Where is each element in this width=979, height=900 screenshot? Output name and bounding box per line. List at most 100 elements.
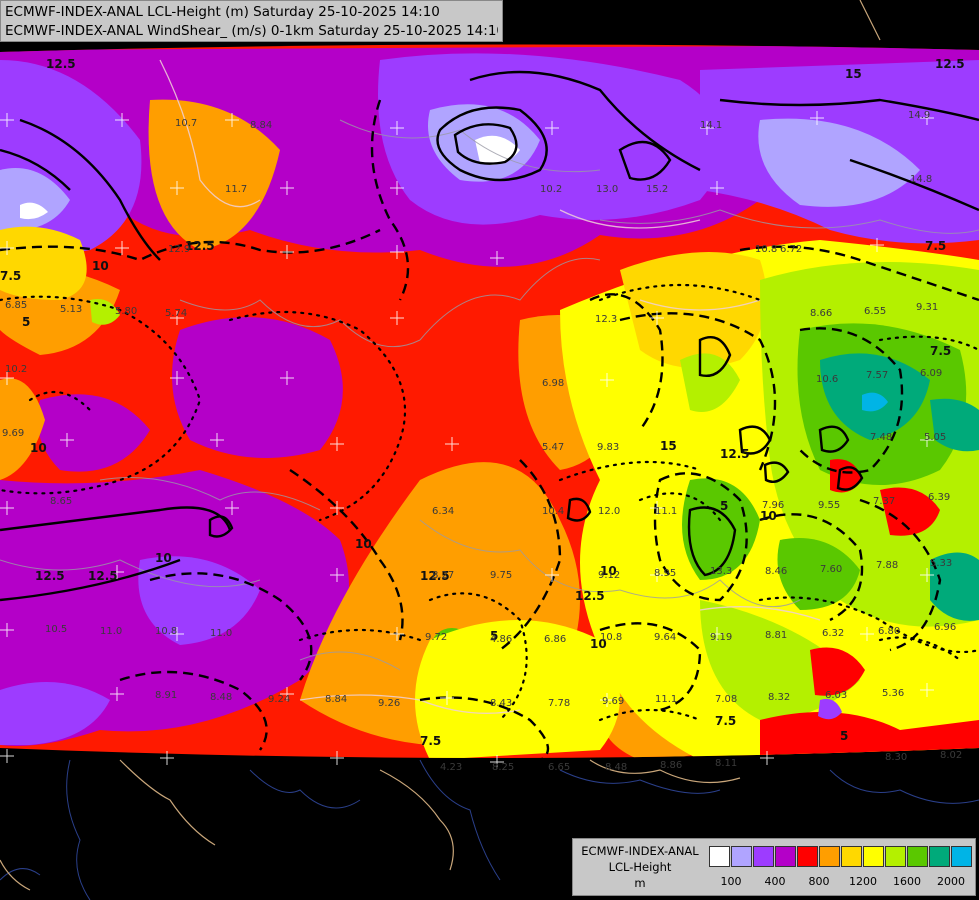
station-value: 8.46 [765,566,787,577]
legend-swatch [929,846,950,867]
station-value: 10.8 [755,244,777,255]
legend-tick-label: 2000 [937,875,965,888]
weather-map: 12.512.512.512.5 12.512.512.512.510101010… [0,0,979,900]
contour-label: 12.5 [720,447,750,461]
contour-label: 10 [92,259,109,273]
station-value: 7.78 [548,698,570,709]
station-value: 6.39 [928,492,950,503]
station-value: 10.2 [540,184,562,195]
station-value: 7.88 [876,560,898,571]
station-value: 6.34 [432,506,454,517]
station-value: 9.69 [2,428,24,439]
legend-swatch [753,846,774,867]
lcl-height-field [0,44,979,758]
contour-label: 5 [720,499,728,513]
color-legend: ECMWF-INDEX-ANAL LCL-Height m 100 400 800 1… [572,838,976,896]
station-value: 8.86 [660,760,682,771]
contour-label: 10 [30,441,47,455]
station-value: 8.25 [492,762,514,773]
legend-tick-label: 800 [808,875,830,888]
contour-label: 7.5 [715,714,736,728]
station-value: 6.65 [548,762,570,773]
station-value: 5.33 [930,558,952,569]
station-value: 9.19 [710,632,732,643]
title-line-wind-shear: ECMWF-INDEX-ANAL WindShear_ (m/s) 0-1km … [5,23,498,39]
station-value: 8.81 [765,630,787,641]
legend-title: ECMWF-INDEX-ANAL [581,844,699,858]
station-value: 5.13 [60,304,82,315]
legend-tick-label: 1600 [893,875,921,888]
legend-unit: m [634,876,646,890]
station-value: 12.3 [595,314,617,325]
station-value: 6.09 [920,368,942,379]
station-value: 8.84 [250,120,272,131]
legend-swatch [709,846,730,867]
station-value: 13.3 [710,566,732,577]
station-value: 8.95 [654,568,676,579]
station-value: 12.9 [168,244,190,255]
contour-label: 7.5 [420,734,441,748]
contour-label: 10 [155,551,172,565]
station-value: 13.0 [596,184,618,195]
contour-label: 5 [22,315,30,329]
station-value: 10.5 [45,624,67,635]
station-value: 6.86 [544,634,566,645]
station-value: 7.08 [715,694,737,705]
station-value: 6.32 [822,628,844,639]
station-value: 6.03 [825,690,847,701]
station-value: 9.69 [602,696,624,707]
contour-label: 15 [660,439,677,453]
contour-label: 7.5 [0,269,21,283]
station-value: 10.8 [600,632,622,643]
contour-label: 12.5 [46,57,76,71]
station-value: 8.02 [940,750,962,761]
legend-swatch [951,846,972,867]
legend-tick-label: 1200 [849,875,877,888]
station-value: 10.2 [5,364,27,375]
station-value: 6.96 [934,622,956,633]
contour-label: 15 [845,67,862,81]
station-value: 11.0 [210,628,232,639]
station-value: 9.75 [490,570,512,581]
station-value: 8.43 [490,698,512,709]
map-title-box: ECMWF-INDEX-ANAL LCL-Height (m) Saturday… [0,0,503,42]
station-value: 7.60 [820,564,842,575]
station-value: 9.26 [378,698,400,709]
station-value: 10.6 [816,374,838,385]
station-value: 14.8 [910,174,932,185]
station-value: 9.55 [818,500,840,511]
station-value: 7.57 [866,370,888,381]
station-value: 8.91 [155,690,177,701]
station-value: 9.72 [425,632,447,643]
legend-swatch [731,846,752,867]
station-value: 14.9 [908,110,930,121]
station-value: 6.80 [878,626,900,637]
legend-tick-label: 400 [764,875,786,888]
station-value: 9.31 [916,302,938,313]
contour-label: 5 [840,729,848,743]
contour-label: 7.5 [930,344,951,358]
legend-swatch [841,846,862,867]
contour-label: 7.5 [925,239,946,253]
legend-swatch [797,846,818,867]
station-value: 15.2 [646,184,668,195]
station-value: 8.27 [432,570,454,581]
contour-label: 10 [355,537,372,551]
station-value: 10.4 [542,506,564,517]
legend-swatch [907,846,928,867]
station-value: 8.32 [768,692,790,703]
station-value: 7.37 [873,496,895,507]
contour-label: 10 [760,509,777,523]
station-value: 8.48 [605,762,627,773]
station-value: 8.11 [715,758,737,769]
station-value: 7.48 [870,432,892,443]
station-value: 8.30 [885,752,907,763]
station-value: 11.1 [655,694,677,705]
station-value: 6.55 [864,306,886,317]
station-value: 10.7 [175,118,197,129]
station-value: 8.65 [50,496,72,507]
station-value: 5.36 [882,688,904,699]
station-value: 6.72 [780,244,802,255]
station-value: 11.7 [225,184,247,195]
title-line-lcl-height: ECMWF-INDEX-ANAL LCL-Height (m) Saturday… [5,4,440,20]
